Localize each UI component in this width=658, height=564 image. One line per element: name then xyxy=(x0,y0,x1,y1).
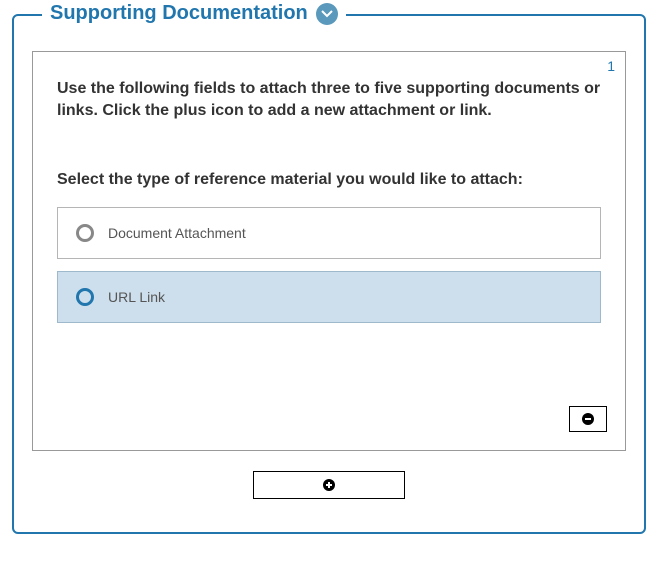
add-item-button[interactable] xyxy=(253,471,405,499)
option-label: URL Link xyxy=(108,289,165,305)
option-label: Document Attachment xyxy=(108,225,246,241)
radio-unchecked-icon xyxy=(76,224,94,242)
chevron-down-icon[interactable] xyxy=(316,3,338,25)
section-title: Supporting Documentation xyxy=(50,2,308,25)
select-prompt: Select the type of reference material yo… xyxy=(57,171,601,189)
minus-icon xyxy=(582,413,594,425)
item-number: 1 xyxy=(607,58,615,74)
remove-item-button[interactable] xyxy=(569,406,607,432)
option-document-attachment[interactable]: Document Attachment xyxy=(57,207,601,259)
supporting-documentation-section: Supporting Documentation 1 Use the follo… xyxy=(12,14,646,534)
attachment-item-card: 1 Use the following fields to attach thr… xyxy=(32,51,626,451)
plus-icon xyxy=(323,479,335,491)
option-url-link[interactable]: URL Link xyxy=(57,271,601,323)
instructions-text: Use the following fields to attach three… xyxy=(57,78,601,123)
radio-unchecked-icon xyxy=(76,288,94,306)
section-legend: Supporting Documentation xyxy=(42,2,346,25)
